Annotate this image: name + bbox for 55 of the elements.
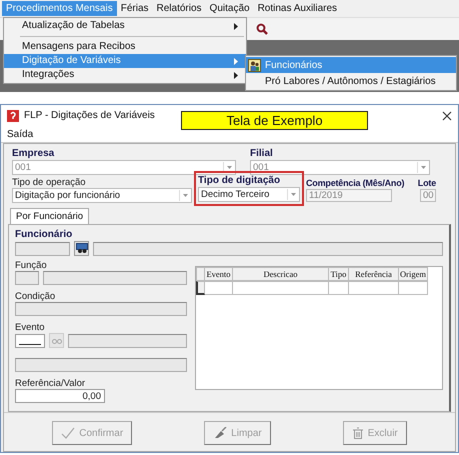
checkmark-icon xyxy=(61,427,76,439)
menu-item[interactable]: Integrações xyxy=(4,68,246,82)
menu-item[interactable]: Quitação xyxy=(206,1,254,16)
table-cell[interactable] xyxy=(399,281,428,295)
dropdown-field[interactable]: Digitação por funcionário xyxy=(12,188,192,203)
input-field[interactable] xyxy=(15,334,45,348)
menu-item[interactable]: Saída xyxy=(7,128,34,140)
column-header[interactable]: Origem xyxy=(399,267,428,281)
close-icon[interactable] xyxy=(442,110,452,121)
menu-item[interactable]: Mensagens para Recibos xyxy=(4,40,246,54)
table-cell[interactable] xyxy=(349,281,399,295)
app-icon xyxy=(7,110,19,122)
menu-item[interactable]: Rotinas Auxiliares xyxy=(254,1,342,16)
menu-item[interactable]: Relatórios xyxy=(152,1,206,16)
field-label: Filial xyxy=(250,148,274,160)
field-label: Função xyxy=(15,260,48,271)
binoculars-icon xyxy=(76,243,88,254)
search-icon[interactable] xyxy=(256,23,268,35)
window-title: FLP - Digitações de Variáveis xyxy=(24,110,155,122)
field-label: Lote xyxy=(418,177,436,189)
dropdown-field[interactable]: 001 xyxy=(250,160,430,175)
tab[interactable]: Por Funcionário xyxy=(10,208,90,224)
dropdown-arrow-icon[interactable] xyxy=(182,194,188,197)
field-label: Tipo de digitação xyxy=(198,175,282,187)
binoculars-icon xyxy=(52,337,62,344)
column-header[interactable]: Evento xyxy=(205,267,233,281)
menu-item[interactable]: Pró Labores / Autônomos / Estagiários xyxy=(246,73,456,89)
column-header[interactable]: Referência xyxy=(349,267,399,281)
field-label: Funcionário xyxy=(15,229,74,241)
table-cell[interactable] xyxy=(233,281,329,295)
menu-item[interactable]: Férias xyxy=(116,1,153,16)
field-label: Referência/Valor xyxy=(15,378,86,389)
corner-cell xyxy=(196,267,205,281)
field-label: Empresa xyxy=(12,148,56,160)
dropdown-field[interactable]: Decimo Terceiro xyxy=(198,187,300,202)
input-field[interactable] xyxy=(15,242,70,256)
row-indicator[interactable] xyxy=(196,281,205,295)
input-field[interactable]: 0,00 xyxy=(15,389,105,403)
dropdown-arrow-icon[interactable] xyxy=(290,193,296,196)
field-label: Evento xyxy=(15,322,46,333)
banner-label: Tela de Exemplo xyxy=(181,111,368,130)
table-cell[interactable] xyxy=(329,281,349,295)
input-field xyxy=(15,271,39,285)
trash-icon xyxy=(352,427,364,439)
dropdown-arrow-icon[interactable] xyxy=(226,166,232,169)
column-header[interactable]: Tipo xyxy=(329,267,349,281)
field-label: Tipo de operação xyxy=(12,177,87,188)
dropdown-field[interactable]: 001 xyxy=(12,160,236,175)
dropdown-arrow-icon[interactable] xyxy=(420,166,426,169)
field-label: Competência (Mês/Ano) xyxy=(306,177,406,189)
brush-icon xyxy=(213,427,228,439)
field-label: Condição xyxy=(15,291,56,302)
search-button[interactable] xyxy=(74,241,89,256)
column-header[interactable]: Descricao xyxy=(233,267,329,281)
table-cell[interactable] xyxy=(205,281,233,295)
